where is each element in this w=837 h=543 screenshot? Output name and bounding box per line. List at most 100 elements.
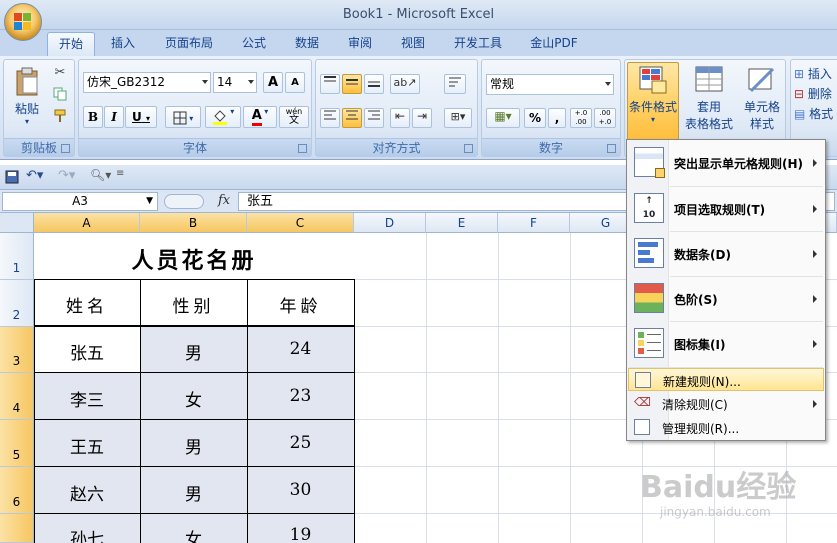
cell-gender[interactable]: 女 bbox=[140, 525, 247, 543]
merge-center-button[interactable]: ⊞▾ bbox=[444, 108, 472, 128]
font-size-combo[interactable]: 14 bbox=[213, 72, 257, 93]
format-as-table-button[interactable]: 套用 表格格式 bbox=[681, 62, 737, 140]
bold-button[interactable]: B bbox=[83, 106, 103, 128]
row-header-5[interactable]: 5 bbox=[0, 420, 34, 467]
customize-qat-icon[interactable]: ≡ bbox=[116, 168, 124, 179]
sheet-title[interactable]: 人员花名册 bbox=[34, 243, 354, 275]
menu-data-bars[interactable]: 数据条(D) bbox=[628, 232, 824, 276]
percent-style-button[interactable]: % bbox=[524, 108, 546, 128]
menu-color-scales[interactable]: 色阶(S) bbox=[628, 277, 824, 321]
tab-insert[interactable]: 插入 bbox=[103, 32, 143, 56]
column-header-d[interactable]: D bbox=[354, 213, 426, 233]
orientation-button[interactable]: ab↗ bbox=[390, 74, 420, 94]
grow-font-button[interactable]: A bbox=[263, 72, 283, 93]
insert-cells-button[interactable]: ⊞ 插入 bbox=[793, 64, 837, 82]
format-painter-button[interactable] bbox=[50, 108, 70, 126]
header-name[interactable]: 姓名 bbox=[34, 292, 140, 317]
increase-decimal-button[interactable]: +.0 .00 bbox=[570, 108, 592, 128]
redo-icon[interactable]: ↷▾ bbox=[58, 168, 75, 183]
tab-home[interactable]: 开始 bbox=[47, 32, 95, 56]
comma-style-button[interactable]: , bbox=[548, 108, 566, 128]
formula-bar-splitter[interactable] bbox=[164, 194, 204, 209]
copy-button[interactable] bbox=[50, 86, 70, 104]
tab-kingsoft-pdf[interactable]: 金山PDF bbox=[523, 32, 585, 56]
tab-developer[interactable]: 开发工具 bbox=[446, 32, 510, 56]
column-header-c[interactable]: C bbox=[247, 213, 354, 233]
font-color-button[interactable]: A ▾ bbox=[243, 106, 277, 128]
column-header-a[interactable]: A bbox=[34, 213, 140, 233]
align-middle-button[interactable] bbox=[342, 74, 362, 94]
tab-review[interactable]: 审阅 bbox=[340, 32, 380, 56]
underline-button[interactable]: U ▾ bbox=[125, 106, 157, 128]
select-all-corner[interactable] bbox=[0, 213, 34, 233]
cut-button[interactable]: ✂ bbox=[50, 64, 70, 82]
alignment-launcher[interactable] bbox=[464, 144, 473, 153]
shrink-font-button[interactable]: A bbox=[285, 72, 305, 93]
menu-clear-rules[interactable]: ⌫ 清除规则(C) bbox=[628, 392, 824, 415]
header-age[interactable]: 年龄 bbox=[247, 292, 354, 317]
decrease-indent-button[interactable]: ⇤ bbox=[390, 108, 410, 128]
print-preview-icon[interactable]: 🔍︎▾ bbox=[90, 168, 111, 182]
increase-indent-button[interactable]: ⇥ bbox=[412, 108, 432, 128]
tab-data[interactable]: 数据 bbox=[287, 32, 327, 56]
save-icon[interactable] bbox=[5, 170, 19, 184]
decrease-decimal-button[interactable]: .00 +.0 bbox=[594, 108, 616, 128]
row-header-3[interactable]: 3 bbox=[0, 327, 34, 373]
row-header-6[interactable]: 6 bbox=[0, 467, 34, 514]
paste-button[interactable]: 粘贴 ▾ bbox=[8, 64, 46, 134]
insert-function-button[interactable]: fx bbox=[218, 193, 230, 208]
column-header-e[interactable]: E bbox=[426, 213, 498, 233]
number-format-combo[interactable]: 常规 bbox=[486, 74, 614, 95]
undo-icon[interactable]: ↶▾ bbox=[26, 168, 43, 183]
menu-top-bottom-rules[interactable]: ↑ 10 项目选取规则(T) bbox=[628, 187, 824, 231]
menu-icon-sets[interactable]: 图标集(I) bbox=[628, 322, 824, 366]
header-gender[interactable]: 性别 bbox=[140, 292, 247, 317]
office-button[interactable] bbox=[4, 3, 42, 41]
conditional-formatting-button[interactable]: 条件格式 ▾ bbox=[627, 62, 679, 140]
cell-gender[interactable]: 男 bbox=[140, 433, 247, 458]
column-header-f[interactable]: F bbox=[498, 213, 570, 233]
cell-name[interactable]: 李三 bbox=[34, 386, 140, 411]
number-launcher[interactable] bbox=[607, 144, 616, 153]
cell-gender[interactable]: 男 bbox=[140, 480, 247, 505]
tab-formulas[interactable]: 公式 bbox=[234, 32, 274, 56]
cell-age[interactable]: 24 bbox=[247, 339, 354, 359]
tab-page-layout[interactable]: 页面布局 bbox=[158, 32, 220, 56]
align-center-button[interactable] bbox=[342, 108, 362, 128]
font-launcher[interactable] bbox=[298, 144, 307, 153]
clipboard-launcher[interactable] bbox=[61, 144, 70, 153]
align-right-button[interactable] bbox=[364, 108, 384, 128]
cell-name[interactable]: 赵六 bbox=[34, 480, 140, 505]
cell-age[interactable]: 19 bbox=[247, 525, 354, 543]
column-header-b[interactable]: B bbox=[140, 213, 247, 233]
cell-gender[interactable]: 女 bbox=[140, 386, 247, 411]
borders-button[interactable]: ▾ bbox=[165, 106, 201, 128]
cell-age[interactable]: 30 bbox=[247, 480, 354, 500]
cell-styles-button[interactable]: 单元格 样式 bbox=[739, 62, 785, 140]
align-left-button[interactable] bbox=[320, 108, 340, 128]
row-header-4[interactable]: 4 bbox=[0, 373, 34, 420]
italic-button[interactable]: I bbox=[104, 106, 124, 128]
delete-cells-button[interactable]: ⊟ 删除 bbox=[793, 84, 837, 102]
format-cells-button[interactable]: ▤ 格式 bbox=[793, 104, 837, 122]
fill-color-button[interactable]: ▾ bbox=[205, 106, 241, 128]
font-name-combo[interactable]: 仿宋_GB2312 bbox=[83, 72, 211, 93]
align-bottom-button[interactable] bbox=[364, 74, 384, 94]
cell-gender[interactable]: 男 bbox=[140, 339, 247, 364]
cell-name[interactable]: 孙七 bbox=[34, 525, 140, 543]
tab-view[interactable]: 视图 bbox=[393, 32, 433, 56]
cell-name[interactable]: 王五 bbox=[34, 433, 140, 458]
wrap-text-button[interactable] bbox=[444, 74, 466, 94]
menu-highlight-cells-rules[interactable]: 突出显示单元格规则(H) bbox=[628, 141, 824, 185]
menu-manage-rules[interactable]: 管理规则(R)... bbox=[628, 416, 824, 439]
accounting-format-button[interactable]: ▦▾ bbox=[486, 108, 520, 128]
cell-name[interactable]: 张五 bbox=[34, 339, 140, 364]
row-header-1[interactable]: 1 bbox=[0, 233, 34, 280]
phonetic-guide-button[interactable]: wén 文 bbox=[279, 106, 309, 128]
align-top-button[interactable] bbox=[320, 74, 340, 94]
cell-age[interactable]: 25 bbox=[247, 433, 354, 453]
name-box[interactable]: A3 ▼ bbox=[2, 192, 158, 211]
row-header-2[interactable]: 2 bbox=[0, 280, 34, 327]
menu-new-rule[interactable]: 新建规则(N)... bbox=[628, 368, 824, 391]
cell-age[interactable]: 23 bbox=[247, 386, 354, 406]
